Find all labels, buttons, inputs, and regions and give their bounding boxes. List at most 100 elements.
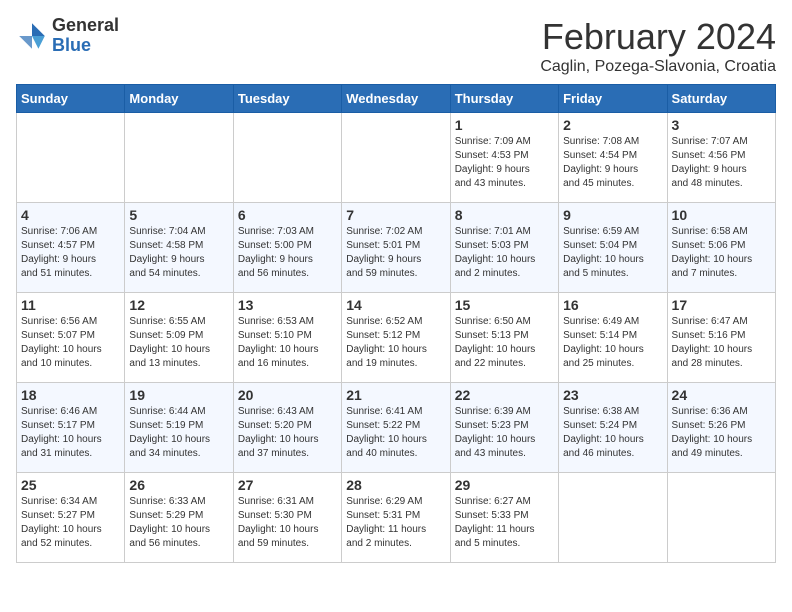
- day-number: 22: [455, 387, 554, 403]
- day-number: 28: [346, 477, 445, 493]
- day-info: Sunrise: 6:58 AM Sunset: 5:06 PM Dayligh…: [672, 225, 771, 281]
- day-info: Sunrise: 6:43 AM Sunset: 5:20 PM Dayligh…: [238, 405, 337, 461]
- day-number: 10: [672, 207, 771, 223]
- day-number: 4: [21, 207, 120, 223]
- calendar-cell: 29 Sunrise: 6:27 AM Sunset: 5:33 PM Dayli…: [450, 473, 558, 563]
- day-number: 7: [346, 207, 445, 223]
- day-number: 3: [672, 117, 771, 133]
- calendar-cell: 17 Sunrise: 6:47 AM Sunset: 5:16 PM Dayli…: [667, 293, 775, 383]
- calendar-day-header: Friday: [559, 85, 667, 113]
- calendar-cell: 10 Sunrise: 6:58 AM Sunset: 5:06 PM Dayli…: [667, 203, 775, 293]
- calendar-week-row: 25 Sunrise: 6:34 AM Sunset: 5:27 PM Dayli…: [17, 473, 776, 563]
- day-number: 21: [346, 387, 445, 403]
- calendar-cell: 28 Sunrise: 6:29 AM Sunset: 5:31 PM Dayli…: [342, 473, 450, 563]
- calendar-day-header: Saturday: [667, 85, 775, 113]
- day-number: 23: [563, 387, 662, 403]
- title-area: February 2024 Caglin, Pozega-Slavonia, C…: [540, 16, 776, 76]
- calendar-week-row: 1 Sunrise: 7:09 AM Sunset: 4:53 PM Daylig…: [17, 113, 776, 203]
- calendar-cell: 11Sunrise: 6:56 AM Sunset: 5:07 PM Dayli…: [17, 293, 125, 383]
- day-info: Sunrise: 7:04 AM Sunset: 4:58 PM Dayligh…: [129, 225, 228, 281]
- calendar-cell: 8 Sunrise: 7:01 AM Sunset: 5:03 PM Daylig…: [450, 203, 558, 293]
- calendar-cell: 19 Sunrise: 6:44 AM Sunset: 5:19 PM Dayli…: [125, 383, 233, 473]
- calendar-cell: 27Sunrise: 6:31 AM Sunset: 5:30 PM Dayli…: [233, 473, 341, 563]
- location: Caglin, Pozega-Slavonia, Croatia: [540, 58, 776, 76]
- day-number: 17: [672, 297, 771, 313]
- calendar-cell: 22 Sunrise: 6:39 AM Sunset: 5:23 PM Dayli…: [450, 383, 558, 473]
- day-number: 1: [455, 117, 554, 133]
- calendar-cell: 24 Sunrise: 6:36 AM Sunset: 5:26 PM Dayli…: [667, 383, 775, 473]
- calendar-cell: 18 Sunrise: 6:46 AM Sunset: 5:17 PM Dayli…: [17, 383, 125, 473]
- day-info: Sunrise: 7:02 AM Sunset: 5:01 PM Dayligh…: [346, 225, 445, 281]
- day-number: 2: [563, 117, 662, 133]
- day-info: Sunrise: 6:49 AM Sunset: 5:14 PM Dayligh…: [563, 315, 662, 371]
- day-number: 24: [672, 387, 771, 403]
- logo-blue: Blue: [52, 35, 91, 55]
- day-number: 8: [455, 207, 554, 223]
- day-info: Sunrise: 6:38 AM Sunset: 5:24 PM Dayligh…: [563, 405, 662, 461]
- day-info: Sunrise: 7:07 AM Sunset: 4:56 PM Dayligh…: [672, 135, 771, 191]
- day-info: Sunrise: 6:52 AM Sunset: 5:12 PM Dayligh…: [346, 315, 445, 371]
- day-number: 5: [129, 207, 228, 223]
- day-info: Sunrise: 7:01 AM Sunset: 5:03 PM Dayligh…: [455, 225, 554, 281]
- calendar-cell: 15Sunrise: 6:50 AM Sunset: 5:13 PM Dayli…: [450, 293, 558, 383]
- calendar-cell: [233, 113, 341, 203]
- calendar-day-header: Thursday: [450, 85, 558, 113]
- logo-text: General Blue: [52, 16, 119, 56]
- day-number: 13: [238, 297, 337, 313]
- calendar-cell: 4Sunrise: 7:06 AM Sunset: 4:57 PM Daylig…: [17, 203, 125, 293]
- day-number: 6: [238, 207, 337, 223]
- day-info: Sunrise: 6:53 AM Sunset: 5:10 PM Dayligh…: [238, 315, 337, 371]
- day-number: 18: [21, 387, 120, 403]
- calendar-cell: 6 Sunrise: 7:03 AM Sunset: 5:00 PM Daylig…: [233, 203, 341, 293]
- day-number: 15: [455, 297, 554, 313]
- calendar-cell: 1 Sunrise: 7:09 AM Sunset: 4:53 PM Daylig…: [450, 113, 558, 203]
- calendar-cell: 13 Sunrise: 6:53 AM Sunset: 5:10 PM Dayli…: [233, 293, 341, 383]
- logo-general: General: [52, 15, 119, 35]
- day-info: Sunrise: 6:36 AM Sunset: 5:26 PM Dayligh…: [672, 405, 771, 461]
- calendar-cell: [667, 473, 775, 563]
- day-number: 20: [238, 387, 337, 403]
- calendar-cell: [125, 113, 233, 203]
- day-info: Sunrise: 7:03 AM Sunset: 5:00 PM Dayligh…: [238, 225, 337, 281]
- day-info: Sunrise: 6:47 AM Sunset: 5:16 PM Dayligh…: [672, 315, 771, 371]
- calendar-cell: 9Sunrise: 6:59 AM Sunset: 5:04 PM Daylig…: [559, 203, 667, 293]
- day-info: Sunrise: 7:08 AM Sunset: 4:54 PM Dayligh…: [563, 135, 662, 191]
- day-number: 25: [21, 477, 120, 493]
- day-info: Sunrise: 6:39 AM Sunset: 5:23 PM Dayligh…: [455, 405, 554, 461]
- day-info: Sunrise: 6:27 AM Sunset: 5:33 PM Dayligh…: [455, 495, 554, 551]
- calendar-week-row: 18 Sunrise: 6:46 AM Sunset: 5:17 PM Dayli…: [17, 383, 776, 473]
- day-info: Sunrise: 6:33 AM Sunset: 5:29 PM Dayligh…: [129, 495, 228, 551]
- day-info: Sunrise: 6:46 AM Sunset: 5:17 PM Dayligh…: [21, 405, 120, 461]
- day-number: 19: [129, 387, 228, 403]
- day-info: Sunrise: 7:09 AM Sunset: 4:53 PM Dayligh…: [455, 135, 554, 191]
- calendar-cell: 5 Sunrise: 7:04 AM Sunset: 4:58 PM Daylig…: [125, 203, 233, 293]
- calendar-cell: [17, 113, 125, 203]
- day-number: 29: [455, 477, 554, 493]
- day-info: Sunrise: 6:41 AM Sunset: 5:22 PM Dayligh…: [346, 405, 445, 461]
- calendar-cell: [342, 113, 450, 203]
- day-info: Sunrise: 6:31 AM Sunset: 5:30 PM Dayligh…: [238, 495, 337, 551]
- calendar-cell: 3 Sunrise: 7:07 AM Sunset: 4:56 PM Daylig…: [667, 113, 775, 203]
- calendar-cell: 23 Sunrise: 6:38 AM Sunset: 5:24 PM Dayli…: [559, 383, 667, 473]
- calendar-cell: 2 Sunrise: 7:08 AM Sunset: 4:54 PM Daylig…: [559, 113, 667, 203]
- day-info: Sunrise: 6:29 AM Sunset: 5:31 PM Dayligh…: [346, 495, 445, 551]
- day-info: Sunrise: 6:56 AM Sunset: 5:07 PM Dayligh…: [21, 315, 120, 371]
- calendar-cell: 7 Sunrise: 7:02 AM Sunset: 5:01 PM Daylig…: [342, 203, 450, 293]
- calendar-cell: [559, 473, 667, 563]
- calendar-week-row: 4Sunrise: 7:06 AM Sunset: 4:57 PM Daylig…: [17, 203, 776, 293]
- calendar-day-header: Tuesday: [233, 85, 341, 113]
- day-info: Sunrise: 6:44 AM Sunset: 5:19 PM Dayligh…: [129, 405, 228, 461]
- day-number: 12: [129, 297, 228, 313]
- calendar-day-header: Wednesday: [342, 85, 450, 113]
- day-number: 16: [563, 297, 662, 313]
- calendar-week-row: 11Sunrise: 6:56 AM Sunset: 5:07 PM Dayli…: [17, 293, 776, 383]
- calendar-cell: 20 Sunrise: 6:43 AM Sunset: 5:20 PM Dayli…: [233, 383, 341, 473]
- calendar-cell: 21 Sunrise: 6:41 AM Sunset: 5:22 PM Dayli…: [342, 383, 450, 473]
- day-info: Sunrise: 6:59 AM Sunset: 5:04 PM Dayligh…: [563, 225, 662, 281]
- logo: General Blue: [16, 16, 119, 56]
- day-info: Sunrise: 6:34 AM Sunset: 5:27 PM Dayligh…: [21, 495, 120, 551]
- calendar-day-header: Sunday: [17, 85, 125, 113]
- calendar-day-header: Monday: [125, 85, 233, 113]
- calendar-cell: 26Sunrise: 6:33 AM Sunset: 5:29 PM Dayli…: [125, 473, 233, 563]
- calendar-cell: 16 Sunrise: 6:49 AM Sunset: 5:14 PM Dayli…: [559, 293, 667, 383]
